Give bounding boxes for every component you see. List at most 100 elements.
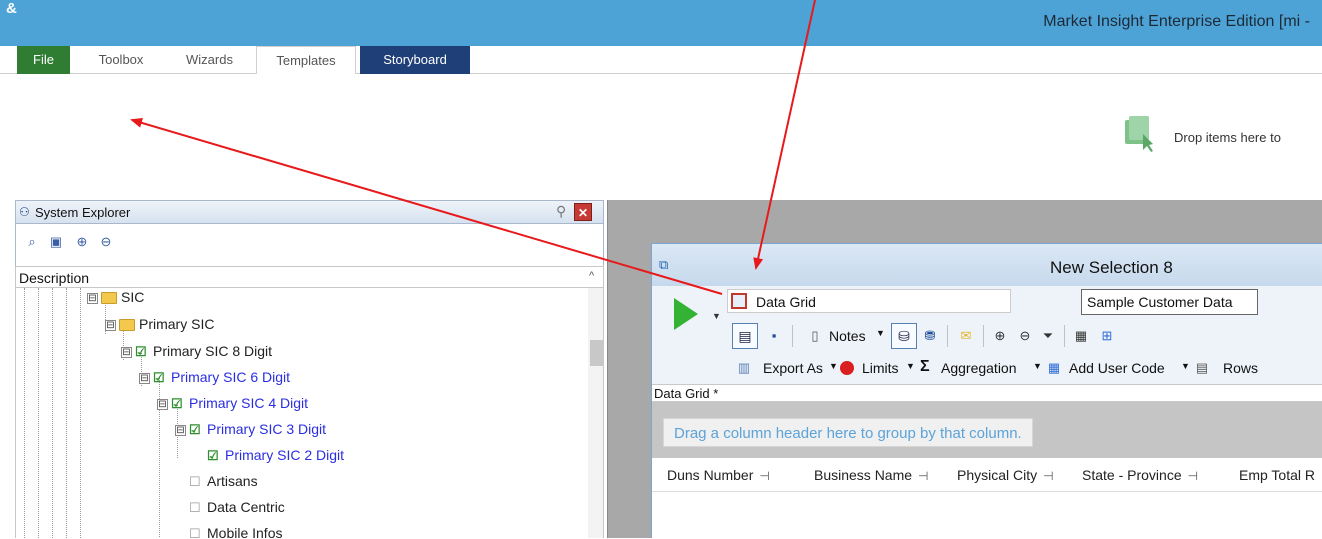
tree-item-label: Primary SIC 8 Digit bbox=[153, 343, 273, 359]
find-icon[interactable]: ⌕ bbox=[22, 234, 42, 252]
tree-item-primary-sic[interactable]: ⊟ Primary SIC bbox=[105, 313, 214, 335]
window-title: Market Insight Enterprise Edition [mi - bbox=[1043, 13, 1310, 30]
pin-column-icon[interactable]: ⊣ bbox=[918, 469, 928, 483]
remove-field-icon[interactable]: ⊖ bbox=[1016, 327, 1034, 345]
tree-item-sic[interactable]: ⊟ SIC bbox=[87, 288, 144, 308]
save-view-icon[interactable]: ▣ bbox=[46, 234, 66, 252]
tree-item-label: Artisans bbox=[207, 473, 258, 489]
group-by-hint: Drag a column header here to group by th… bbox=[663, 418, 1033, 447]
tree-item-primary-sic-8-digit[interactable]: ⊟ ☑ Primary SIC 8 Digit bbox=[121, 340, 272, 362]
selection-window: ⧉ New Selection 8 ▼ Data Grid Sample Cus… bbox=[651, 243, 1322, 539]
limits-dropdown-icon[interactable]: ▼ bbox=[906, 361, 915, 371]
collapse-toggle-icon[interactable]: ⊟ bbox=[139, 372, 150, 384]
notes-button[interactable]: Notes bbox=[829, 328, 866, 344]
user-code-icon: ▦ bbox=[1047, 360, 1061, 375]
tree-item-label: Data Centric bbox=[207, 499, 285, 515]
system-explorer-header: ⚇ System Explorer ⚲ ✕ bbox=[15, 200, 604, 224]
column-header-state-province[interactable]: State - Province ⊣ bbox=[1082, 467, 1198, 483]
export-icon[interactable]: ▥ bbox=[735, 359, 753, 377]
selection-window-titlebar[interactable]: ⧉ New Selection 8 bbox=[652, 244, 1322, 286]
grid-column-headers: Duns Number ⊣ Business Name ⊣ Physical Cit… bbox=[652, 458, 1322, 492]
checked-icon[interactable]: ☑ bbox=[153, 371, 167, 385]
rows-button[interactable]: Rows bbox=[1223, 360, 1258, 376]
pin-column-icon[interactable]: ⊣ bbox=[1188, 469, 1198, 483]
column-header-emp-total[interactable]: Emp Total R bbox=[1239, 467, 1315, 483]
description-column-label: Description bbox=[19, 270, 90, 286]
column-header-business-name[interactable]: Business Name ⊣ bbox=[814, 467, 929, 483]
tab-wizards[interactable]: Wizards bbox=[165, 46, 254, 74]
grid-name-field[interactable]: Data Grid bbox=[727, 289, 1011, 313]
tree-item-primary-sic-2-digit[interactable]: ☑ Primary SIC 2 Digit bbox=[207, 444, 344, 466]
export-dropdown-icon[interactable]: ▼ bbox=[829, 361, 838, 371]
folder-icon bbox=[101, 292, 117, 305]
filter-icon[interactable]: ⏷ bbox=[1039, 327, 1057, 345]
deselect-records-icon[interactable]: ⛃ bbox=[921, 327, 939, 345]
tab-file[interactable]: File bbox=[17, 46, 70, 74]
run-icon[interactable] bbox=[674, 298, 698, 330]
tree-item-data-centric[interactable]: ☐ Data Centric bbox=[189, 496, 285, 518]
limits-icon[interactable] bbox=[840, 361, 854, 375]
tree-column-header[interactable]: Description ^ bbox=[15, 266, 604, 288]
layout-icon[interactable]: ▤ bbox=[732, 323, 758, 349]
grid-columns-icon[interactable]: ▦ bbox=[1072, 327, 1090, 345]
tree-item-label: Primary SIC bbox=[139, 316, 215, 332]
tab-templates[interactable]: Templates bbox=[256, 46, 356, 75]
tree-item-artisans[interactable]: ☐ Artisans bbox=[189, 470, 258, 492]
collapse-toggle-icon[interactable]: ⊟ bbox=[157, 398, 168, 410]
aggregation-dropdown-icon[interactable]: ▼ bbox=[1033, 361, 1042, 371]
unchecked-icon[interactable]: ☐ bbox=[189, 475, 203, 489]
tree-item-mobile-infos[interactable]: ☐ Mobile Infos bbox=[189, 522, 282, 538]
tree-scrollbar[interactable] bbox=[588, 288, 603, 538]
export-as-button[interactable]: Export As bbox=[763, 360, 823, 376]
add-user-code-button[interactable]: Add User Code bbox=[1069, 360, 1165, 376]
tree-item-label: Primary SIC 3 Digit bbox=[207, 421, 327, 437]
email-icon[interactable]: ✉ bbox=[957, 327, 975, 345]
close-icon[interactable]: ✕ bbox=[574, 203, 592, 221]
collapse-toggle-icon[interactable]: ⊟ bbox=[87, 292, 98, 304]
checked-icon[interactable]: ☑ bbox=[171, 397, 185, 411]
select-records-icon[interactable]: ⛁ bbox=[891, 323, 917, 349]
unchecked-icon[interactable]: ☐ bbox=[189, 501, 203, 515]
title-bar: & Market Insight Enterprise Edition [mi … bbox=[0, 0, 1322, 46]
aggregation-button[interactable]: Aggregation bbox=[941, 360, 1017, 376]
collapse-toggle-icon[interactable]: ⊟ bbox=[121, 346, 132, 358]
grid-tab-label[interactable]: Data Grid * bbox=[654, 386, 718, 401]
limits-button[interactable]: Limits bbox=[862, 360, 899, 376]
ribbon-panel[interactable]: Drop items here to bbox=[0, 74, 1322, 198]
collapse-toggle-icon[interactable]: ⊟ bbox=[105, 319, 116, 331]
collapse-all-icon[interactable]: ⊖ bbox=[96, 234, 116, 252]
data-source-field[interactable]: Sample Customer Data bbox=[1081, 289, 1258, 315]
column-header-physical-city[interactable]: Physical City ⊣ bbox=[957, 467, 1054, 483]
pin-column-icon[interactable]: ⊣ bbox=[759, 469, 769, 483]
expand-all-icon[interactable]: ⊕ bbox=[72, 234, 92, 252]
notes-icon[interactable]: ▯ bbox=[806, 327, 824, 345]
system-explorer-tree[interactable]: ⊟ SIC ⊟ Primary SIC ⊟ ☑ Primary SIC 8 Digit … bbox=[15, 288, 604, 538]
tab-toolbox[interactable]: Toolbox bbox=[78, 46, 164, 74]
run-dropdown-icon[interactable]: ▼ bbox=[712, 311, 721, 321]
unchecked-icon[interactable]: ☐ bbox=[189, 527, 203, 538]
hierarchy-field-icon[interactable]: ⊞ bbox=[1098, 327, 1116, 345]
folder-icon bbox=[119, 319, 135, 332]
selection-window-title: New Selection 8 bbox=[1050, 258, 1173, 277]
tree-item-primary-sic-3-digit[interactable]: ⊟ ☑ Primary SIC 3 Digit bbox=[175, 418, 326, 440]
grid-body[interactable] bbox=[652, 492, 1322, 539]
checked-icon[interactable]: ☑ bbox=[207, 449, 221, 463]
add-field-icon[interactable]: ⊕ bbox=[991, 327, 1009, 345]
pin-column-icon[interactable]: ⊣ bbox=[1043, 469, 1053, 483]
checked-icon[interactable]: ☑ bbox=[135, 345, 149, 359]
group-by-panel[interactable]: Drag a column header here to group by th… bbox=[652, 402, 1322, 458]
pin-icon[interactable]: ⚲ bbox=[556, 203, 572, 221]
add-user-code-dropdown-icon[interactable]: ▼ bbox=[1181, 361, 1190, 371]
save-icon[interactable]: ▪ bbox=[765, 327, 783, 345]
column-header-duns-number[interactable]: Duns Number ⊣ bbox=[667, 467, 770, 483]
collapse-toggle-icon[interactable]: ⊟ bbox=[175, 424, 186, 436]
checked-icon[interactable]: ☑ bbox=[189, 423, 203, 437]
tree-scrollbar-thumb[interactable] bbox=[590, 340, 603, 366]
tree-item-primary-sic-4-digit[interactable]: ⊟ ☑ Primary SIC 4 Digit bbox=[157, 392, 308, 414]
tree-item-primary-sic-6-digit[interactable]: ⊟ ☑ Primary SIC 6 Digit bbox=[139, 366, 290, 388]
ribbon-tab-bar: File Toolbox Wizards Templates Storyboar… bbox=[0, 46, 1322, 75]
scroll-up-icon[interactable]: ^ bbox=[589, 270, 594, 282]
tab-storyboard[interactable]: Storyboard bbox=[360, 46, 470, 74]
notes-dropdown-icon[interactable]: ▼ bbox=[876, 328, 885, 338]
app-logo-icon: & bbox=[6, 0, 17, 17]
